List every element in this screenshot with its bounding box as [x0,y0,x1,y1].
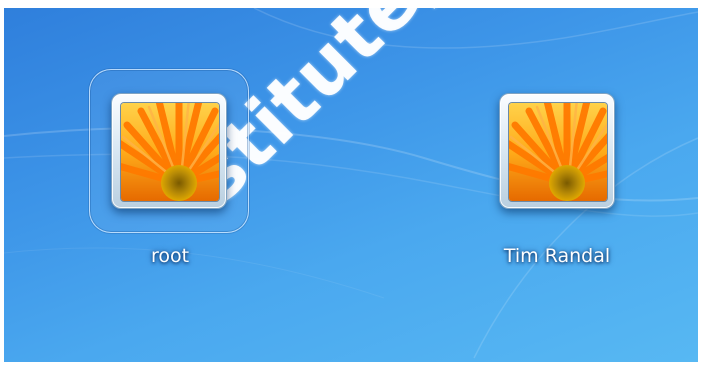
user-tile-root[interactable]: root [89,69,251,279]
orange-flower-icon [509,103,607,201]
orange-flower-icon [121,103,219,201]
user-picture-frame[interactable] [499,93,615,209]
user-picture-frame[interactable] [111,93,227,209]
user-name-label[interactable]: Tim Randal [457,245,657,267]
user-name-label[interactable]: root [70,245,270,267]
user-tile-tim-randal[interactable]: Tim Randal [475,69,675,279]
login-screen: stitute, Autho [0,0,702,368]
